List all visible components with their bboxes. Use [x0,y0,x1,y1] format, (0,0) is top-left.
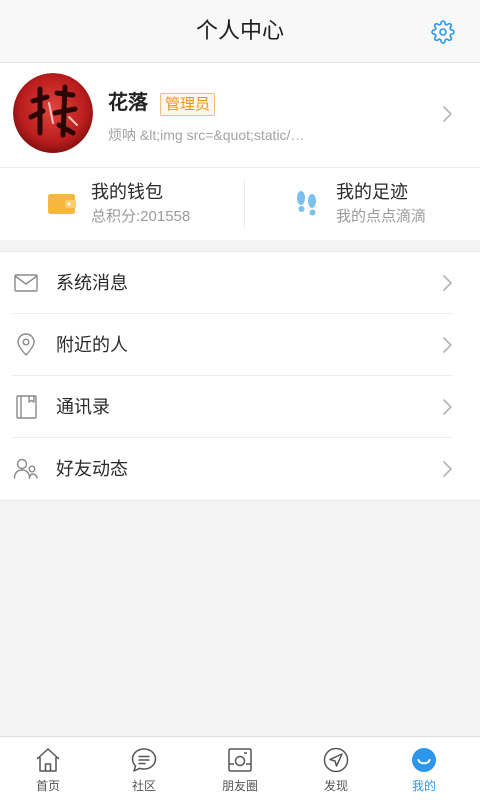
navigation-icon [322,746,350,774]
profile-card[interactable]: 花落 管理员 烦呐 &lt;img src=&quot;static/… [0,63,480,168]
footprints-subtitle: 我的点点滴滴 [336,208,427,225]
tab-label: 朋友圈 [221,779,258,793]
chat-bubble-icon [130,746,158,774]
quick-actions: 我的钱包 总积分:201558 我的足迹 我的点点滴滴 [0,168,480,240]
wallet-title: 我的钱包 [91,182,163,202]
page-title: 个人中心 [195,18,284,43]
user-name: 花落 [108,92,148,114]
friends-icon [13,457,39,481]
chevron-right-icon [440,336,454,354]
tab-label: 社区 [131,779,156,793]
footprints-icon [294,190,320,218]
bottom-tab-bar: 首页 社区 朋友圈 发现 我的 [0,736,480,800]
tab-moments[interactable]: 朋友圈 [192,737,288,800]
menu-list: 系统消息 附近的人 通讯录 好友动态 [0,251,480,501]
tab-me[interactable]: 我的 [376,737,472,800]
footprints-title: 我的足迹 [336,182,408,202]
menu-item-contacts[interactable]: 通讯录 [0,376,480,438]
home-icon [34,746,62,774]
smiley-face-icon [410,746,438,774]
chevron-right-icon [440,398,454,416]
menu-item-nearby-people[interactable]: 附近的人 [0,314,480,376]
chevron-right-icon [440,274,454,292]
menu-item-label: 附近的人 [56,335,128,355]
tab-home[interactable]: 首页 [0,737,96,800]
wallet-points: 总积分:201558 [91,208,191,225]
user-signature: 烦呐 &lt;img src=&quot;static/… [108,127,305,143]
admin-badge: 管理员 [160,93,216,116]
my-footprints-button[interactable]: 我的足迹 我的点点滴滴 [245,168,480,240]
wallet-icon [48,193,76,215]
mail-icon [13,271,39,295]
my-wallet-button[interactable]: 我的钱包 总积分:201558 [0,168,240,240]
location-pin-icon [13,333,39,357]
tab-label: 我的 [411,779,436,793]
menu-item-label: 好友动态 [56,459,128,479]
photo-frame-icon [226,746,254,774]
tab-discover[interactable]: 发现 [288,737,384,800]
chevron-right-icon [440,460,454,478]
top-bar: 个人中心 [0,0,480,63]
contacts-book-icon [13,395,39,419]
tab-community[interactable]: 社区 [96,737,192,800]
menu-item-friend-feed[interactable]: 好友动态 [0,438,480,500]
menu-item-label: 系统消息 [56,273,128,293]
chevron-right-icon [440,105,454,123]
personal-center-screen: 个人中心 花落 管理员 烦呐 &lt;img src=&quot;static/… [0,0,480,800]
tab-label: 发现 [323,779,348,793]
tab-label: 首页 [35,779,60,793]
gear-icon[interactable] [431,20,455,44]
menu-item-label: 通讯录 [56,397,110,417]
menu-item-system-messages[interactable]: 系统消息 [0,252,480,314]
avatar[interactable] [13,73,93,153]
